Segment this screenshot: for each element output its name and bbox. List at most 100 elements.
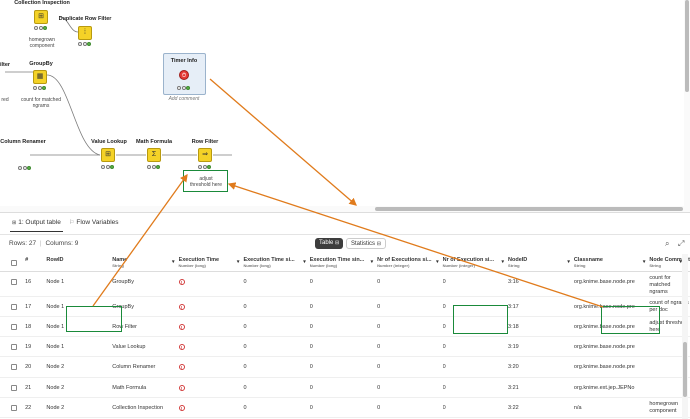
- cell-execution-time-since-last: 0: [243, 364, 247, 371]
- scrollbar-thumb[interactable]: [685, 0, 689, 92]
- header-nodeid[interactable]: NodeID String ▾: [508, 254, 574, 272]
- chevron-down-icon[interactable]: ▾: [237, 259, 240, 265]
- cell-classname: org.knime.base.node.pre: [573, 344, 635, 351]
- header-execution-time-since-last[interactable]: Execution Time si... Number (long) ▾: [243, 254, 310, 272]
- toggle-label: Statistics: [351, 241, 376, 247]
- tab-output-table[interactable]: ⊞ 1: Output table: [10, 219, 63, 232]
- duplicate-row-filter-node[interactable]: ⁞: [78, 26, 92, 40]
- node-status-traffic-light: [177, 86, 191, 91]
- header-type: String: [112, 263, 124, 268]
- node-comment-collection-inspection: homegrown component: [28, 37, 56, 49]
- cell-execution-time-since-last: 0: [243, 404, 247, 411]
- chevron-down-icon[interactable]: ▾: [172, 259, 175, 265]
- node-title-timer-info: Timer Info: [170, 58, 198, 64]
- node-title-collection-inspection: Collection Inspection: [14, 0, 70, 6]
- header-execution-time-since-start[interactable]: Execution Time sin... Number (long) ▾: [309, 254, 378, 272]
- table-row[interactable]: 20 Node 2 Column Renamer! 0 0 0 0 3:20 org.knime…: [0, 357, 690, 378]
- scrollbar-thumb[interactable]: [683, 342, 687, 397]
- chevron-down-icon[interactable]: ▾: [436, 259, 439, 265]
- tab-label: 1: Output table: [18, 219, 61, 226]
- checkbox[interactable]: [11, 323, 18, 330]
- tab-label: Flow Variables: [76, 219, 119, 226]
- checkbox[interactable]: [11, 278, 18, 285]
- row-checkbox[interactable]: [11, 397, 25, 417]
- header-nr-executions-since-last[interactable]: Nr of Executions si... Number (integer) ▾: [377, 254, 443, 272]
- table-vertical-scrollbar[interactable]: [682, 254, 688, 419]
- table-row[interactable]: 16 Node 1 GroupBy! 0 0 0 0 3:16 org.knime.base.n…: [0, 271, 690, 296]
- rows-count: Rows: 27: [9, 240, 37, 247]
- value-lookup-node[interactable]: ⊞: [101, 148, 115, 162]
- chevron-down-icon[interactable]: ▾: [303, 259, 306, 265]
- cell-nr-executions-since-last: 0: [377, 404, 381, 411]
- row-checkbox[interactable]: [11, 357, 25, 377]
- checkbox[interactable]: [11, 344, 18, 351]
- canvas-vertical-scrollbar[interactable]: [684, 0, 690, 206]
- checkbox[interactable]: [11, 384, 18, 391]
- chevron-down-icon[interactable]: ▾: [502, 259, 505, 265]
- chevron-down-icon[interactable]: ▾: [371, 259, 374, 265]
- cell-name: GroupBy: [112, 278, 134, 285]
- cell-nr-executions-since-last: 0: [377, 323, 381, 330]
- header-label: #: [25, 257, 29, 263]
- header-name[interactable]: Name String ▾: [112, 254, 179, 272]
- table-view-toggle[interactable]: Table ⊟: [315, 238, 344, 249]
- cell-rowid: Node 1: [46, 278, 65, 285]
- flow-variables-icon: ⚐: [69, 220, 75, 226]
- spacer: [0, 271, 11, 296]
- row-checkbox[interactable]: [11, 316, 25, 336]
- node-title-duplicate-row-filter: Duplicate Row Filter: [58, 16, 112, 22]
- cell-nr-executions-since-start: 0: [442, 364, 446, 371]
- node-status-traffic-light: [147, 165, 161, 170]
- add-comment-link[interactable]: Add comment: [169, 96, 200, 102]
- math-formula-node[interactable]: Σ: [147, 148, 161, 162]
- row-checkbox[interactable]: [11, 296, 25, 316]
- output-table: # RowID Name String ▾ Execution Time Number…: [0, 254, 690, 418]
- collection-inspection-node[interactable]: ⊞: [34, 10, 48, 24]
- toggle-label: Table: [319, 240, 334, 246]
- row-index: 18: [25, 323, 32, 330]
- node-title-math-formula: Math Formula: [135, 139, 173, 145]
- search-icon[interactable]: ⌕: [665, 239, 669, 249]
- header-type: Number (long): [309, 263, 338, 268]
- statistics-view-toggle[interactable]: Statistics ⊟: [346, 238, 386, 249]
- scrollbar-thumb[interactable]: [375, 207, 683, 211]
- groupby-node[interactable]: ▦: [33, 70, 47, 84]
- header-rowid[interactable]: RowID: [46, 254, 113, 272]
- chevron-down-icon[interactable]: ▾: [567, 259, 570, 265]
- cell-execution-time-since-last: 0: [243, 344, 247, 351]
- header-nr-executions-since-start[interactable]: Nr of Execution si... Number (integer) ▾: [442, 254, 509, 272]
- missing-value-icon: !: [178, 278, 185, 285]
- timer-info-node[interactable]: ⏱: [179, 70, 189, 80]
- table-header-row: # RowID Name String ▾ Execution Time Number…: [0, 254, 690, 272]
- table-row[interactable]: 21 Node 2 Math Formula! 0 0 0 0 3:21 org.knime.e…: [0, 377, 690, 398]
- row-checkbox[interactable]: [11, 337, 25, 357]
- cell-execution-time-since-last: 0: [243, 323, 247, 330]
- workflow-canvas[interactable]: Collection Inspection ⊞ homegrown compon…: [0, 0, 690, 212]
- spacer: [0, 316, 11, 336]
- cell-name: Collection Inspection: [112, 404, 164, 411]
- select-all-checkbox[interactable]: [11, 254, 26, 272]
- cell-name: Math Formula: [112, 384, 147, 391]
- table-row[interactable]: 22 Node 2 Collection Inspection! 0 0 0 0 3:22 n/…: [0, 397, 690, 418]
- cell-nr-executions-since-start: 0: [442, 278, 446, 285]
- spacer: [0, 337, 11, 357]
- node-status-traffic-light: [78, 42, 92, 47]
- table-dimensions: Rows: 27 | Columns: 9: [9, 240, 79, 247]
- tab-flow-variables[interactable]: ⚐ Flow Variables: [69, 219, 119, 226]
- cell-nr-executions-since-last: 0: [377, 303, 381, 310]
- cell-classname: org.knime.base.node.pre: [573, 364, 635, 371]
- row-checkbox[interactable]: [11, 271, 25, 296]
- header-type: Number (long): [178, 263, 206, 268]
- checkbox[interactable]: [11, 364, 18, 371]
- header-classname[interactable]: Classname String ▾: [573, 254, 650, 272]
- row-filter-node[interactable]: ⇒: [198, 148, 212, 162]
- expand-icon[interactable]: ⤢: [678, 239, 684, 249]
- table-row[interactable]: 19 Node 1 Value Lookup! 0 0 0 0 3:19 org.knime.b…: [0, 337, 690, 357]
- row-index: 21: [25, 384, 32, 391]
- header-execution-time[interactable]: Execution Time Number (long) ▾: [178, 254, 244, 272]
- checkbox[interactable]: [11, 404, 18, 411]
- missing-value-icon: !: [178, 323, 185, 330]
- row-checkbox[interactable]: [11, 377, 25, 397]
- checkbox[interactable]: [11, 303, 18, 310]
- chevron-down-icon[interactable]: ▾: [643, 259, 646, 265]
